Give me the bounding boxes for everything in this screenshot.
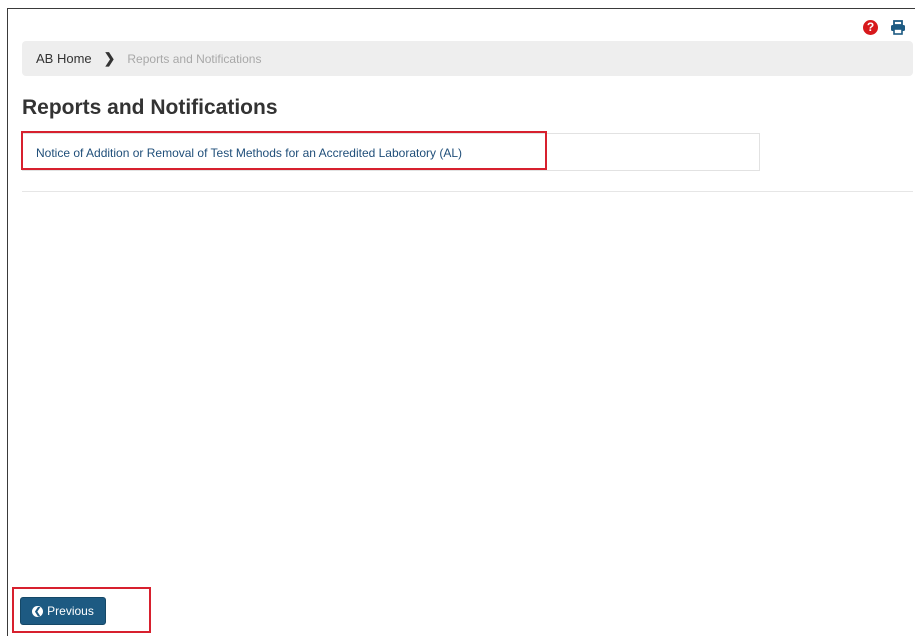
chevron-circle-left-icon: ❮ (32, 605, 44, 617)
chevron-right-icon: ❯ (103, 50, 116, 66)
previous-button[interactable]: ❮ Previous (20, 597, 106, 625)
report-link-test-methods[interactable]: Notice of Addition or Removal of Test Me… (36, 146, 462, 160)
divider (22, 191, 913, 192)
top-toolbar: ? (863, 20, 906, 35)
breadcrumb-current: Reports and Notifications (127, 51, 262, 66)
question-circle-icon[interactable]: ? (863, 20, 878, 35)
breadcrumb-home-link[interactable]: AB Home (36, 51, 92, 66)
page-title: Reports and Notifications (22, 96, 278, 119)
print-icon[interactable] (890, 20, 906, 35)
report-list: Notice of Addition or Removal of Test Me… (22, 133, 760, 171)
previous-button-label: Previous (47, 604, 94, 618)
breadcrumb: AB Home ❯ Reports and Notifications (22, 41, 913, 76)
